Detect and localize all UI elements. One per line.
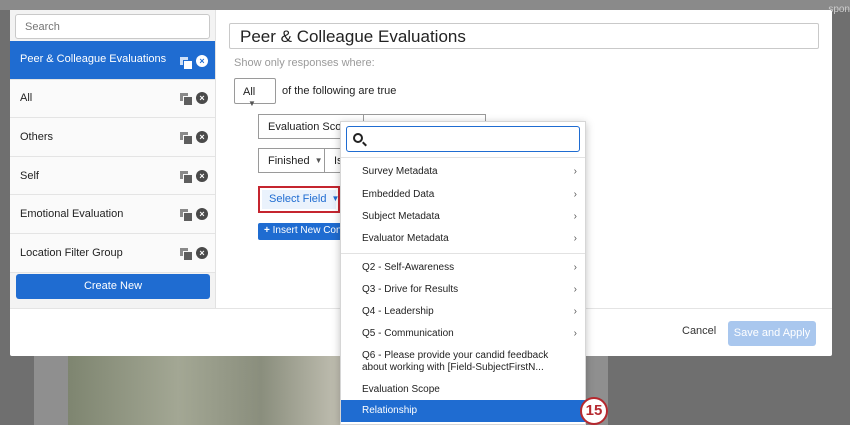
chevron-right-icon: › [573,233,577,244]
chevron-right-icon: › [573,284,577,295]
chevron-right-icon: › [573,189,577,200]
dropdown-item-label: Embedded Data [362,189,435,200]
condition-text: of the following are true [282,85,397,97]
chevron-right-icon: › [573,306,577,317]
chevron-down-icon: ▼ [314,156,323,165]
dropdown-item-selected[interactable]: Relationship [341,400,585,422]
filter-item-label: Emotional Evaluation [20,208,124,221]
cancel-button[interactable]: Cancel [682,325,716,337]
filter-item[interactable]: Location Filter Group × [10,233,215,273]
filter-item[interactable]: Peer & Colleague Evaluations × [10,41,215,80]
condition-field-select[interactable]: Finished ▼ [258,148,325,173]
dropdown-item[interactable]: Q6 - Please provide your candid feedback… [341,350,585,376]
chevron-right-icon: › [573,262,577,273]
divider [341,157,585,158]
copy-icon[interactable] [180,209,193,223]
insert-condition-label: Insert New Condition [272,225,346,236]
copy-icon[interactable] [180,247,193,261]
copy-icon[interactable] [180,131,193,145]
dropdown-item-label: Relationship [362,405,418,416]
copy-icon[interactable] [180,93,193,107]
filter-item-label: Location Filter Group [20,246,123,259]
dropdown-item[interactable]: Evaluator Metadata › [341,233,585,247]
filter-item-label: Others [20,130,54,143]
step-number-badge: 15 [580,397,608,425]
filter-item-label: All [20,92,33,105]
filter-item-label: Peer & Colleague Evaluations [20,53,167,65]
dropdown-item-label: Q5 - Communication [362,328,454,339]
condition-hint: Show only responses where: [234,57,375,69]
delete-icon[interactable]: × [196,246,208,259]
dropdown-item[interactable]: Q2 - Self-Awareness › [341,262,585,276]
dropdown-item-label: Survey Metadata [362,166,438,177]
dropdown-item-label: Evaluation Scope [362,384,440,395]
dropdown-item[interactable]: Q4 - Leadership › [341,306,585,320]
dropdown-item[interactable]: Evaluation Scope [341,384,585,398]
background-photo [68,355,344,425]
copy-icon[interactable] [180,57,193,70]
delete-icon[interactable]: × [196,92,208,105]
copy-icon[interactable] [180,170,193,184]
chevron-down-icon: ▼ [331,194,340,203]
select-field-button[interactable]: Select Field ▼ [262,190,340,209]
save-and-apply-button[interactable]: Save and Apply [728,321,816,346]
dropdown-item-label: Q3 - Drive for Results [362,284,459,295]
filter-item[interactable]: Self × [10,156,215,196]
dropdown-item[interactable]: Q3 - Drive for Results › [341,284,585,298]
delete-icon[interactable]: × [196,55,208,67]
dropdown-item-label: Q2 - Self-Awareness [362,262,455,273]
filter-list: Peer & Colleague Evaluations × All × Oth… [10,41,215,273]
chevron-down-icon: ▼ [248,99,256,108]
dropdown-item-label: Q4 - Leadership [362,306,434,317]
dropdown-item[interactable]: Survey Metadata › [341,166,585,180]
create-new-button[interactable]: Create New [16,274,210,299]
delete-icon[interactable]: × [196,130,208,143]
filter-item-label: Self [20,169,39,182]
plus-icon: + [264,225,270,236]
dropdown-item-label: Evaluator Metadata [362,233,449,244]
filter-search-input[interactable] [15,14,210,39]
dropdown-item-label: Subject Metadata [362,211,440,222]
divider [341,253,585,254]
filter-item[interactable]: Others × [10,118,215,157]
insert-condition-button[interactable]: + Insert New Condition [258,223,346,240]
dropdown-item[interactable]: Q5 - Communication › [341,328,585,342]
chevron-right-icon: › [573,328,577,339]
chevron-right-icon: › [573,211,577,222]
field-search-input[interactable] [346,126,580,152]
field-dropdown: Survey Metadata › Embedded Data › Subject … [340,121,586,425]
chevron-right-icon: › [573,166,577,177]
select-field-label: Select Field [269,193,327,205]
filter-name-input[interactable]: Peer & Colleague Evaluations [229,23,819,49]
match-all-dropdown[interactable]: All▼ [234,78,276,108]
dropdown-item[interactable]: Embedded Data › [341,189,585,203]
background-page-header [0,0,850,10]
filter-list-pane: Peer & Colleague Evaluations × All × Oth… [10,10,216,308]
delete-icon[interactable]: × [196,169,208,182]
select-field-highlight: Select Field ▼ [258,186,340,213]
condition-field-value: Finished [268,155,310,167]
filter-item[interactable]: Emotional Evaluation × [10,195,215,234]
delete-icon[interactable]: × [196,208,208,221]
dropdown-item[interactable]: Subject Metadata › [341,211,585,225]
search-icon [353,133,363,143]
match-all-value: All [243,86,256,98]
filter-item[interactable]: All × [10,79,215,119]
dropdown-item-label: Q6 - Please provide your candid feedback… [362,350,549,373]
